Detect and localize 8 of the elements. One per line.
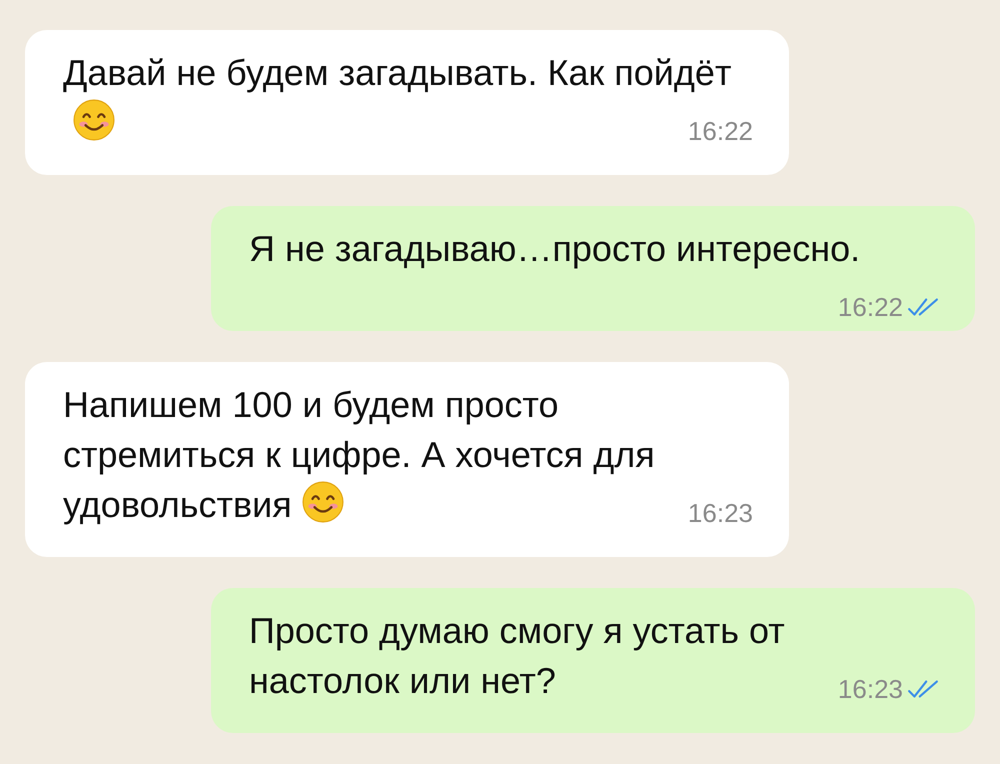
message-time: 16:23 — [838, 674, 903, 704]
message-text: Я не загадываю…просто интересно. — [249, 228, 860, 269]
message-text: Напишем 100 и будем просто стремиться к цифре. А хочется для удовольствия — [63, 384, 655, 525]
message-text: Давай не будем загадывать. Как пойдёт — [63, 52, 732, 93]
message-time: 16:22 — [688, 116, 753, 146]
message-time: 16:23 — [688, 498, 753, 528]
message-text: Просто думаю смогу я устать от настолок или нет? — [249, 610, 785, 701]
message-time: 16:22 — [838, 292, 903, 322]
